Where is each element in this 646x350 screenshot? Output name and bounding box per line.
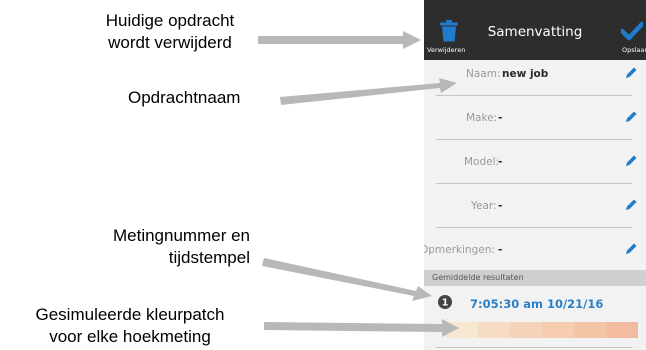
- field-name-value: new job: [502, 68, 549, 80]
- field-model-value: -: [498, 156, 503, 168]
- callout-delete-job: Huidige opdracht wordt verwijderd: [80, 10, 260, 54]
- color-patch: [542, 322, 574, 338]
- edit-name-pencil-icon[interactable]: [624, 66, 638, 80]
- callout-delete-line1: Huidige opdracht: [105, 11, 235, 30]
- field-year-label: Year:: [471, 200, 497, 212]
- field-notes: Opmerkingen: -: [424, 228, 646, 272]
- measurement-number-badge-icon: 1: [438, 295, 452, 309]
- callout-job-name: Opdrachtnaam: [128, 88, 241, 107]
- field-name-label: Naam:: [466, 68, 501, 80]
- field-year: Year: -: [424, 184, 646, 228]
- edit-make-pencil-icon[interactable]: [624, 110, 638, 124]
- callout-measurement-line1: Metingnummer en: [112, 226, 250, 245]
- field-notes-value: -: [498, 244, 503, 256]
- field-notes-label: Opmerkingen:: [424, 244, 495, 256]
- callout-patch-line2: voor elke hoekmeting: [49, 327, 211, 346]
- measurement-timestamp[interactable]: 7:05:30 am 10/21/16: [470, 297, 603, 311]
- color-patch: [446, 322, 478, 338]
- app-screen: Verwijderen Samenvatting Opslaan Naam: n…: [424, 0, 646, 350]
- arrow-delete: [258, 31, 421, 49]
- checkmark-icon[interactable]: [621, 22, 643, 40]
- color-patch: [478, 322, 510, 338]
- field-make-value: -: [498, 112, 503, 124]
- edit-model-pencil-icon[interactable]: [624, 154, 638, 168]
- callout-measurement: Metingnummer en tijdstempel: [40, 225, 250, 269]
- screen-title: Samenvatting: [487, 24, 583, 40]
- field-model-label: Model:: [464, 156, 500, 168]
- color-patch-strip: [446, 322, 638, 338]
- edit-year-pencil-icon[interactable]: [624, 198, 638, 212]
- averaged-results-title: Gemiddelde resultaten: [432, 273, 524, 282]
- field-make-label: Make:: [466, 112, 498, 124]
- color-patch: [606, 322, 638, 338]
- callout-color-patch: Gesimuleerde kleurpatch voor elke hoekme…: [0, 304, 260, 348]
- field-model: Model: -: [424, 140, 646, 184]
- measurement-number: 1: [442, 298, 449, 309]
- edit-notes-pencil-icon[interactable]: [624, 242, 638, 256]
- averaged-results-header: Gemiddelde resultaten: [424, 270, 646, 286]
- color-patch: [574, 322, 606, 338]
- callout-delete-line2: wordt verwijderd: [108, 33, 232, 52]
- callout-measurement-line2: tijdstempel: [168, 248, 250, 267]
- field-name: Naam: new job: [424, 52, 646, 96]
- callout-patch-line1: Gesimuleerde kleurpatch: [35, 305, 225, 324]
- color-patch: [510, 322, 542, 338]
- divider: [436, 347, 632, 348]
- arrow-measurement: [262, 258, 432, 301]
- field-year-value: -: [498, 200, 503, 212]
- top-bar: Verwijderen Samenvatting Opslaan: [424, 0, 646, 60]
- field-make: Make: -: [424, 96, 646, 140]
